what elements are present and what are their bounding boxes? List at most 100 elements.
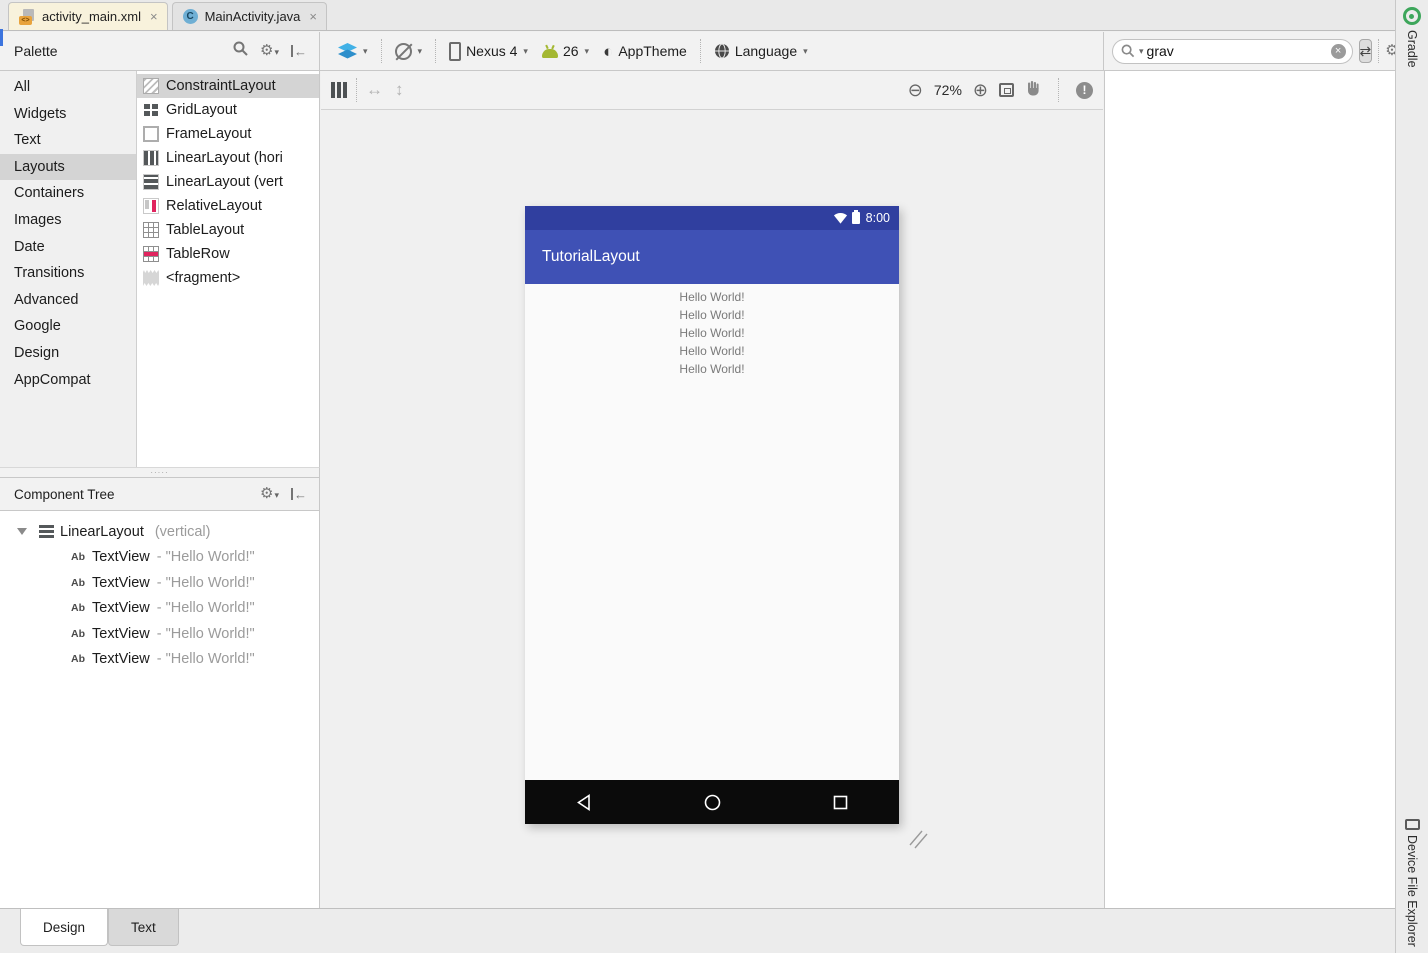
category-design[interactable]: Design [0, 340, 136, 367]
category-advanced[interactable]: Advanced [0, 287, 136, 314]
hide-panel-icon[interactable]: ← [291, 44, 307, 59]
tree-row-textview[interactable]: Ab TextView - "Hello World!" [0, 647, 319, 673]
preview-textview[interactable]: Hello World! [525, 288, 899, 306]
search-input[interactable] [1146, 43, 1328, 59]
preview-nav-bar [525, 780, 899, 824]
zoom-level: 72% [933, 82, 962, 98]
palette-item-linearlayout-vertical[interactable]: LinearLayout (vert [137, 170, 319, 194]
zoom-in-icon[interactable]: ⊕ [973, 81, 988, 99]
search-box[interactable]: ▾ × [1112, 38, 1353, 64]
tree-row-linearlayout[interactable]: LinearLayout (vertical) [0, 519, 319, 545]
collapse-arrow-icon[interactable] [17, 528, 27, 536]
category-transitions[interactable]: Transitions [0, 260, 136, 287]
category-all[interactable]: All [0, 74, 136, 101]
tab-design[interactable]: Design [20, 909, 109, 946]
palette-item-tablerow[interactable]: TableRow [137, 242, 319, 266]
category-appcompat[interactable]: AppCompat [0, 367, 136, 394]
width-arrow-icon[interactable]: ↔ [366, 80, 383, 100]
back-icon [577, 793, 590, 811]
category-text[interactable]: Text [0, 127, 136, 154]
tree-row-textview[interactable]: Ab TextView - "Hello World!" [0, 570, 319, 596]
theme-selector[interactable]: ◐ AppTheme [596, 37, 694, 65]
zoom-out-icon[interactable]: ⊖ [908, 81, 923, 99]
clear-search-icon[interactable]: × [1330, 43, 1346, 59]
pan-icon[interactable] [1025, 80, 1041, 101]
textview-icon: Ab [71, 653, 85, 666]
device-file-explorer-icon [1404, 819, 1420, 831]
swap-panels-button[interactable]: ⇄ [1358, 39, 1373, 63]
android-studio-layout-editor: <> activity_main.xml × C MainActivity.ja… [0, 0, 1428, 953]
search-group: ▾ × ⇄ ⚙▾ → [1103, 32, 1428, 70]
warnings-icon[interactable]: ! [1076, 81, 1093, 99]
close-icon[interactable]: × [309, 9, 317, 24]
tree-node-meta: (vertical) [154, 523, 211, 540]
table-layout-icon [143, 222, 159, 238]
palette-item-linearlayout-horizontal[interactable]: LinearLayout (hori [137, 146, 319, 170]
tree-row-textview[interactable]: Ab TextView - "Hello World!" [0, 545, 319, 571]
api-level-label: 26 [562, 43, 579, 59]
close-icon[interactable]: × [150, 9, 158, 24]
tool-window-device-file-explorer[interactable]: Device File Explorer [1404, 819, 1420, 947]
palette-item-gridlayout[interactable]: GridLayout [137, 98, 319, 122]
preview-app-bar: TutorialLayout [525, 230, 899, 284]
resize-handle[interactable] [906, 829, 928, 851]
category-widgets[interactable]: Widgets [0, 101, 136, 128]
constraint-layout-icon [143, 78, 159, 94]
palette-items: ConstraintLayout GridLayout FrameLayout … [137, 71, 319, 467]
palette-item-relativelayout[interactable]: RelativeLayout [137, 194, 319, 218]
search-icon[interactable] [233, 41, 248, 61]
api-level-selector[interactable]: 26 ▾ [535, 37, 596, 65]
home-icon [704, 794, 720, 810]
palette-item-framelayout[interactable]: FrameLayout [137, 122, 319, 146]
gear-icon[interactable]: ⚙▾ [260, 42, 279, 60]
hide-panel-icon[interactable]: ← [291, 487, 307, 502]
palette-categories: All Widgets Text Layouts Containers Imag… [0, 71, 137, 467]
xml-file-icon: <> [19, 8, 35, 25]
tab-text[interactable]: Text [108, 909, 179, 946]
fragment-icon [143, 270, 159, 286]
palette-item-tablelayout[interactable]: TableLayout [137, 218, 319, 242]
category-containers[interactable]: Containers [0, 180, 136, 207]
tree-node-label: TextView [92, 600, 150, 617]
preview-textview[interactable]: Hello World! [525, 306, 899, 324]
preview-textview[interactable]: Hello World! [525, 342, 899, 360]
tool-window-gradle[interactable]: Gradle [1403, 7, 1421, 68]
palette-panel: All Widgets Text Layouts Containers Imag… [0, 71, 320, 467]
category-date[interactable]: Date [0, 234, 136, 261]
palette-item-constraintlayout[interactable]: ConstraintLayout [137, 74, 319, 98]
preview-textview[interactable]: Hello World! [525, 324, 899, 342]
category-images[interactable]: Images [0, 207, 136, 234]
preview-status-bar: 8:00 [525, 206, 899, 230]
design-toolbar: ↔ ↕ ⊖ 72% ⊕ ! [321, 71, 1103, 110]
design-canvas[interactable]: 8:00 TutorialLayout Hello World! Hello W… [321, 111, 1103, 908]
device-selector[interactable]: Nexus 4 ▾ [442, 37, 535, 65]
tab-activity-main-xml[interactable]: <> activity_main.xml × [8, 2, 168, 30]
linear-layout-icon [39, 525, 54, 539]
locale-selector[interactable]: Language ▾ [707, 37, 815, 65]
design-surface-selector[interactable]: ▾ [331, 37, 375, 65]
gear-icon[interactable]: ⚙▾ [260, 485, 279, 503]
orientation-selector[interactable]: ▾ [388, 37, 430, 65]
phone-icon [449, 41, 462, 61]
search-options-icon[interactable]: ▾ [1139, 46, 1144, 57]
preview-textview[interactable]: Hello World! [525, 360, 899, 378]
panel-splitter[interactable]: ····· [0, 467, 320, 478]
tree-node-label: TextView [92, 574, 150, 591]
linear-layout-mode-icon[interactable] [331, 82, 347, 98]
tree-node-label: TextView [92, 651, 150, 668]
category-google[interactable]: Google [0, 313, 136, 340]
table-row-icon [143, 246, 159, 262]
tree-row-textview[interactable]: Ab TextView - "Hello World!" [0, 621, 319, 647]
component-tree-panel: Component Tree ⚙▾ ← LinearLayout (vertic… [0, 478, 320, 908]
palette-item-fragment[interactable]: <fragment> [137, 266, 319, 290]
height-arrow-icon[interactable]: ↕ [395, 80, 404, 100]
device-preview[interactable]: 8:00 TutorialLayout Hello World! Hello W… [525, 206, 899, 824]
category-layouts[interactable]: Layouts [0, 153, 136, 181]
battery-icon [851, 210, 860, 224]
tab-main-activity-java[interactable]: C MainActivity.java × [171, 2, 327, 30]
linear-layout-horizontal-icon [143, 150, 159, 166]
fit-screen-icon[interactable] [999, 83, 1014, 97]
device-file-explorer-label: Device File Explorer [1405, 835, 1419, 947]
linear-layout-vertical-icon [143, 174, 159, 190]
tree-row-textview[interactable]: Ab TextView - "Hello World!" [0, 596, 319, 622]
